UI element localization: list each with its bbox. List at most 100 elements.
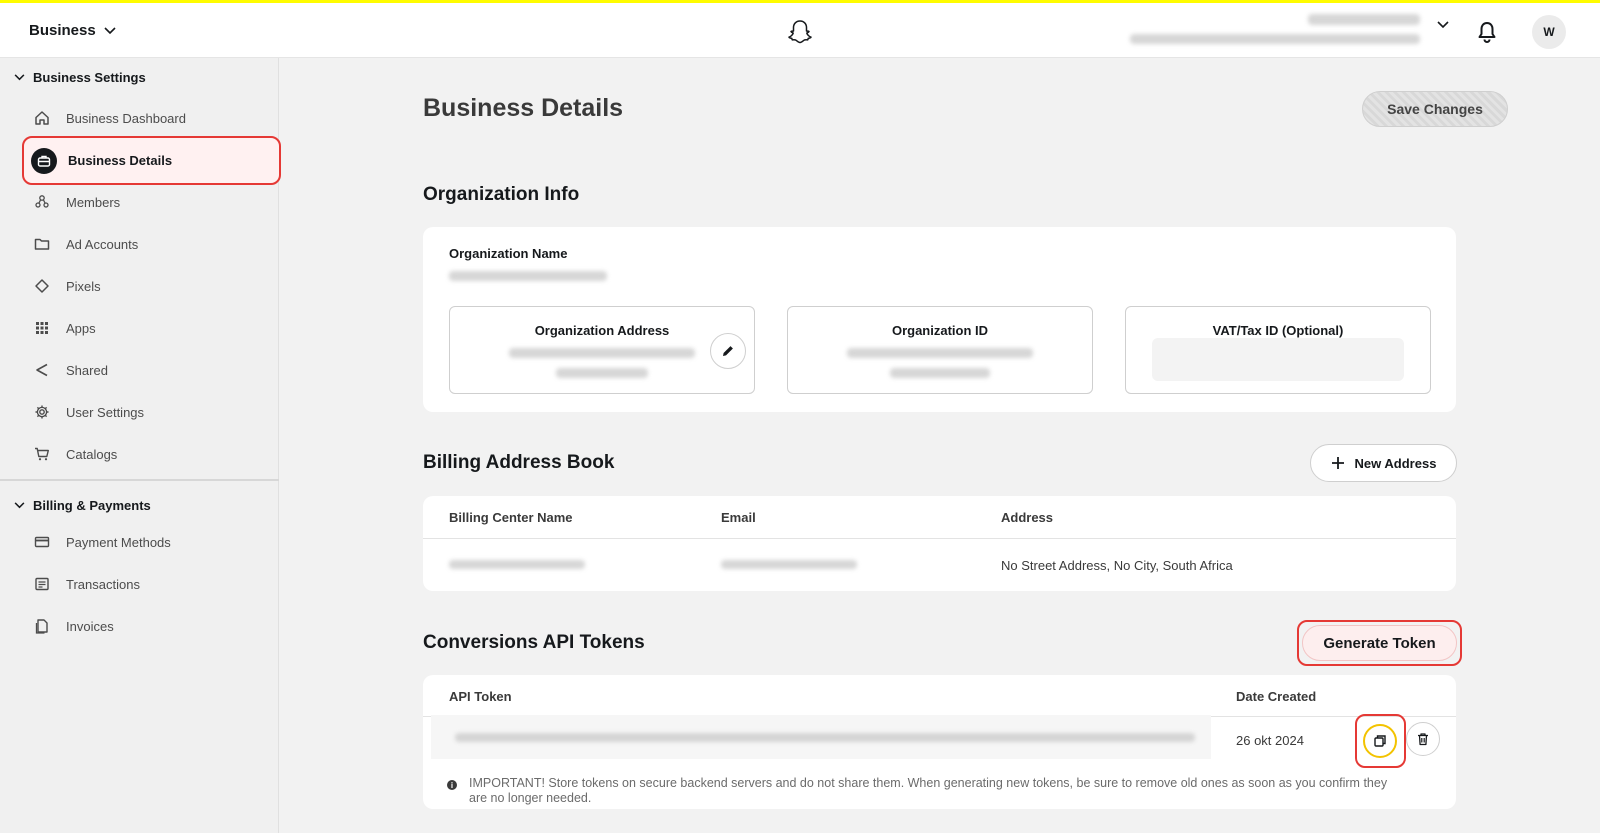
sidebar-item-transactions[interactable]: Transactions [22, 564, 279, 604]
org-address-value-redacted [509, 348, 695, 358]
avatar[interactable]: W [1532, 15, 1566, 49]
sidebar-item-apps[interactable]: Apps [22, 308, 279, 348]
sidebar-item-label: Payment Methods [66, 534, 171, 550]
vat-label: VAT/Tax ID (Optional) [1212, 323, 1344, 338]
sidebar-divider [0, 479, 279, 481]
account-switcher[interactable] [1130, 14, 1420, 44]
vat-box: VAT/Tax ID (Optional) [1125, 306, 1431, 394]
sidebar: Business Settings Business Dashboard Bus… [0, 58, 281, 833]
token-important-note: i IMPORTANT! Store tokens on secure back… [447, 776, 1407, 806]
billing-table: Billing Center Name Email Address No Str… [423, 496, 1456, 591]
sidebar-item-label: Business Details [68, 153, 173, 168]
sidebar-item-label: Business Dashboard [66, 110, 186, 126]
generate-token-label: Generate Token [1302, 625, 1457, 661]
sidebar-item-payment-methods[interactable]: Payment Methods [22, 522, 279, 562]
copy-token-highlight [1355, 714, 1406, 768]
tokens-title: Conversions API Tokens [423, 632, 645, 653]
sidebar-item-label: Catalogs [66, 446, 118, 462]
chevron-down-icon [14, 74, 25, 81]
sidebar-item-business-details[interactable]: Business Details [22, 136, 281, 185]
org-id-box: Organization ID [787, 306, 1093, 394]
save-changes-button[interactable]: Save Changes [1362, 91, 1508, 127]
members-icon [29, 189, 55, 215]
generate-token-button[interactable]: Generate Token [1297, 620, 1462, 666]
col-header-api-token: API Token [449, 689, 512, 704]
org-name-label: Organization Name [449, 246, 568, 261]
folder-icon [29, 231, 55, 257]
token-row [431, 715, 1211, 759]
briefcase-icon [31, 147, 57, 174]
sidebar-section-title: Billing & Payments [33, 498, 151, 513]
org-address-value-redacted-2 [556, 368, 648, 378]
col-header-date-created: Date Created [1236, 689, 1317, 704]
edit-address-button[interactable] [710, 333, 746, 369]
page-title: Business Details [423, 94, 624, 122]
billing-center-name-redacted [449, 560, 585, 569]
api-token-value-redacted [455, 733, 1195, 742]
sidebar-section-billing-payments[interactable]: Billing & Payments [14, 498, 151, 513]
sidebar-item-shared[interactable]: Shared [22, 350, 279, 390]
plus-icon [1331, 457, 1344, 469]
cart-icon [29, 441, 55, 467]
business-switcher[interactable]: Business [29, 22, 116, 39]
copy-icon [1374, 735, 1386, 747]
sidebar-item-label: Ad Accounts [66, 236, 139, 252]
top-bar: Business W [0, 0, 1600, 58]
sidebar-item-business-dashboard[interactable]: Business Dashboard [22, 98, 279, 138]
bell-icon[interactable] [1476, 20, 1498, 44]
chevron-down-icon [14, 502, 25, 509]
card-icon [29, 529, 55, 555]
account-chevron-down-icon[interactable] [1437, 21, 1449, 29]
invoice-icon [29, 613, 55, 639]
billing-title: Billing Address Book [423, 452, 615, 473]
sidebar-item-members[interactable]: Members [22, 182, 279, 222]
org-address-label: Organization Address [534, 323, 670, 338]
sidebar-item-catalogs[interactable]: Catalogs [22, 434, 279, 474]
copy-token-button[interactable] [1363, 724, 1397, 758]
billing-email-redacted [721, 560, 857, 569]
sidebar-item-label: Members [66, 194, 121, 210]
share-icon [29, 357, 55, 383]
gear-icon [29, 399, 55, 425]
sidebar-section-business-settings[interactable]: Business Settings [14, 70, 146, 85]
diamond-icon [29, 273, 55, 299]
org-id-value-redacted-2 [890, 368, 990, 378]
org-info-card: Organization Name Organization Address O… [423, 227, 1456, 412]
tokens-table: API Token Date Created 26 okt 2024 i IMP… [423, 675, 1456, 809]
token-date-cell: 26 okt 2024 [1236, 733, 1304, 748]
trash-icon [1418, 733, 1428, 746]
chevron-down-icon [104, 26, 116, 34]
sidebar-item-label: Pixels [66, 278, 101, 294]
org-info-title: Organization Info [423, 184, 580, 205]
sidebar-item-user-settings[interactable]: User Settings [22, 392, 279, 432]
sidebar-item-invoices[interactable]: Invoices [22, 606, 279, 646]
account-email-redacted [1308, 14, 1420, 25]
sidebar-item-label: Invoices [66, 618, 114, 634]
pencil-icon [723, 346, 733, 356]
new-address-button[interactable]: New Address [1310, 444, 1457, 482]
snapchat-ghost-icon[interactable] [786, 18, 814, 46]
col-header-email: Email [721, 510, 756, 525]
org-id-value-redacted [847, 348, 1033, 358]
sidebar-item-label: Apps [66, 320, 96, 336]
home-icon [29, 105, 55, 131]
sidebar-item-label: Shared [66, 362, 108, 378]
account-role-redacted [1130, 34, 1420, 44]
col-header-billing-center: Billing Center Name [449, 510, 573, 525]
sidebar-item-label: Transactions [66, 576, 140, 592]
sidebar-item-ad-accounts[interactable]: Ad Accounts [22, 224, 279, 264]
org-id-label: Organization ID [891, 323, 989, 338]
delete-token-button[interactable] [1406, 722, 1440, 756]
sidebar-section-title: Business Settings [33, 70, 146, 85]
org-address-box: Organization Address [449, 306, 755, 394]
grid-icon [29, 315, 55, 341]
sidebar-item-label: User Settings [66, 404, 145, 420]
receipt-icon [29, 571, 55, 597]
col-header-address: Address [1001, 510, 1054, 525]
sidebar-item-pixels[interactable]: Pixels [22, 266, 279, 306]
business-switcher-label: Business [29, 22, 96, 39]
token-note-text: IMPORTANT! Store tokens on secure backen… [469, 776, 1388, 805]
billing-address-cell: No Street Address, No City, South Africa [1001, 558, 1233, 573]
info-icon: i [447, 780, 457, 790]
vat-input[interactable] [1152, 338, 1404, 381]
